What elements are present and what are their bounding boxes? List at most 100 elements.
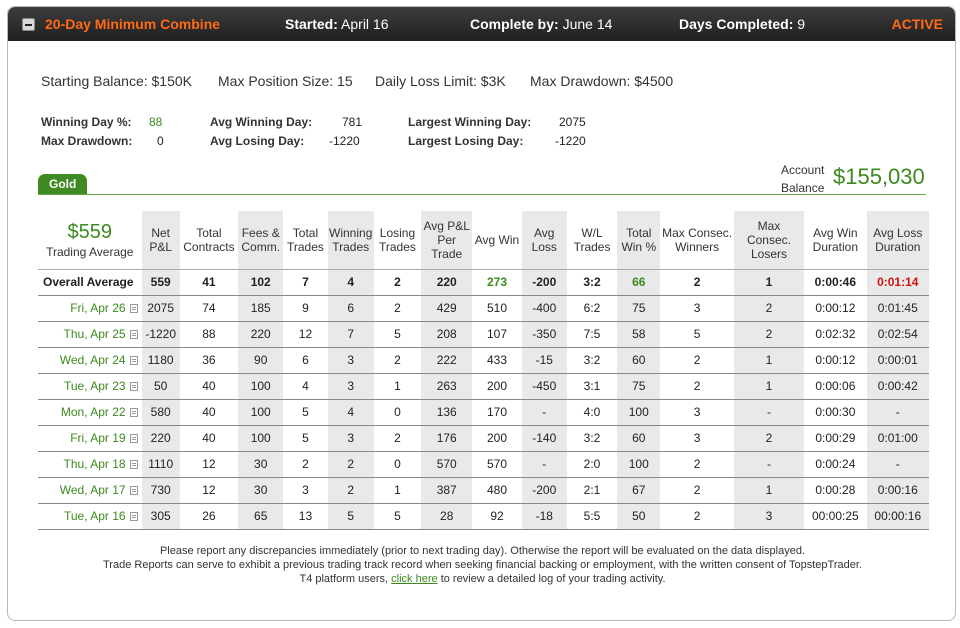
largest-losing-day-value: -1220 (555, 134, 586, 148)
table-cell: 28 (421, 503, 473, 530)
table-row: Tue, Apr 23 50 40 100 4 3 1 263 200 -450 3:1 75 2 1 0:… (38, 373, 929, 400)
account-balance-label: Account Balance (781, 161, 824, 197)
col-header: Losing Trades (373, 211, 422, 270)
table-cell: 559 (141, 269, 180, 296)
report-icon[interactable] (129, 381, 138, 391)
table-cell: - (733, 451, 805, 478)
table-cell: 480 (472, 477, 522, 504)
table-cell: 2 (733, 425, 805, 452)
table-cell: 12 (179, 451, 239, 478)
table-cell: 3 (660, 399, 734, 426)
row-date-link[interactable]: Thu, Apr 18 (38, 451, 142, 478)
table-cell: 2 (373, 269, 422, 296)
max-drawdown-value: 0 (157, 134, 164, 148)
table-cell: 12 (283, 321, 328, 348)
row-date-label: Tue, Apr 23 (63, 379, 126, 393)
table-cell: 0:01:00 (866, 425, 929, 452)
tab-gold[interactable]: Gold (38, 174, 88, 194)
report-icon[interactable] (129, 459, 138, 469)
report-icon[interactable] (129, 511, 138, 521)
tab-divider (38, 194, 926, 195)
starting-balance: Starting Balance: $150K (41, 73, 192, 89)
table-cell: 4 (283, 373, 328, 400)
table-cell: 2 (373, 425, 422, 452)
row-date-label: Tue, Apr 16 (63, 509, 126, 523)
table-cell: 3:2 (566, 347, 618, 374)
table-cell: 00:00:16 (866, 503, 929, 530)
row-date-link[interactable]: Thu, Apr 25 (38, 321, 142, 348)
report-icon[interactable] (129, 355, 138, 365)
col-header: W/L Trades (566, 211, 618, 270)
table-cell: 12 (179, 477, 239, 504)
table-cell: 220 (238, 321, 284, 348)
table-cell: 1 (373, 373, 422, 400)
complete-label: Complete by: (470, 16, 559, 32)
table-cell: 1180 (141, 347, 180, 374)
table-cell: 92 (472, 503, 522, 530)
col-header: Max Consec. Losers (733, 211, 805, 270)
row-date-label: Fri, Apr 26 (70, 301, 126, 315)
table-cell: 185 (238, 295, 284, 322)
table-cell: -18 (521, 503, 567, 530)
table-cell: 305 (141, 503, 180, 530)
row-date-link[interactable]: Mon, Apr 22 (38, 399, 142, 426)
account-balance-value: $155,030 (833, 164, 925, 189)
table-cell: 2 (660, 451, 734, 478)
table-cell: 136 (421, 399, 473, 426)
table-cell: 2 (733, 321, 805, 348)
row-date-link[interactable]: Wed, Apr 17 (38, 477, 142, 504)
row-date-link[interactable]: Fri, Apr 26 (38, 295, 142, 322)
report-icon[interactable] (129, 303, 138, 313)
table-cell: 36 (179, 347, 239, 374)
table-cell: 170 (472, 399, 522, 426)
table-row: Thu, Apr 25 -1220 88 220 12 7 5 208 107 -350 7:5 58… (38, 321, 929, 348)
row-date-link[interactable]: Tue, Apr 16 (38, 503, 142, 530)
status-badge: ACTIVE (891, 16, 943, 32)
table-cell: 570 (472, 451, 522, 478)
table-cell: -450 (521, 373, 567, 400)
started-label: Started: (285, 16, 338, 32)
overall-average-row: Overall Average 559 41 102 7 4 2 220 273… (38, 269, 929, 296)
table-cell: -200 (521, 477, 567, 504)
table-cell: -140 (521, 425, 567, 452)
table-cell: 5 (373, 321, 422, 348)
table-cell: 2 (660, 269, 734, 296)
table-cell: 6 (327, 295, 374, 322)
table-cell: 222 (421, 347, 473, 374)
row-date-label: Wed, Apr 24 (59, 353, 126, 367)
max-drawdown-label: Max Drawdown: (41, 134, 133, 148)
row-date-link[interactable]: Tue, Apr 23 (38, 373, 142, 400)
days-value: 9 (797, 16, 806, 32)
table-cell: 7 (283, 269, 328, 296)
table-cell: 66 (617, 269, 661, 296)
report-icon[interactable] (129, 433, 138, 443)
footer-notice: Please report any discrepancies immediat… (8, 544, 955, 586)
report-icon[interactable] (129, 329, 138, 339)
table-cell: 200 (472, 425, 522, 452)
largest-losing-day-label: Largest Losing Day: (408, 134, 524, 148)
table-cell: -1220 (141, 321, 180, 348)
table-cell: 30 (238, 451, 284, 478)
row-date-link[interactable]: Wed, Apr 24 (38, 347, 142, 374)
click-here-link[interactable]: click here (391, 573, 437, 585)
table-cell: 433 (472, 347, 522, 374)
table-cell: 3 (327, 425, 374, 452)
report-icon[interactable] (129, 485, 138, 495)
row-date-link[interactable]: Fri, Apr 19 (38, 425, 142, 452)
table-cell: 3 (660, 425, 734, 452)
report-icon[interactable] (129, 407, 138, 417)
table-cell: 3 (327, 347, 374, 374)
table-cell: 58 (617, 321, 661, 348)
row-date-label: Thu, Apr 25 (63, 327, 126, 341)
table-cell: 60 (617, 425, 661, 452)
table-cell: 7:5 (566, 321, 618, 348)
table-cell: 0:00:16 (866, 477, 929, 504)
col-header: Total Win % (617, 211, 661, 270)
collapse-icon[interactable] (22, 18, 35, 31)
table-cell: 100 (238, 373, 284, 400)
table-cell: 1110 (141, 451, 180, 478)
table-cell: 2:0 (566, 451, 618, 478)
winning-day-value: 88 (149, 115, 163, 129)
table-cell: 0:00:06 (804, 373, 867, 400)
trading-table: $559 Trading Average Net P&L Total Contr… (38, 211, 929, 530)
